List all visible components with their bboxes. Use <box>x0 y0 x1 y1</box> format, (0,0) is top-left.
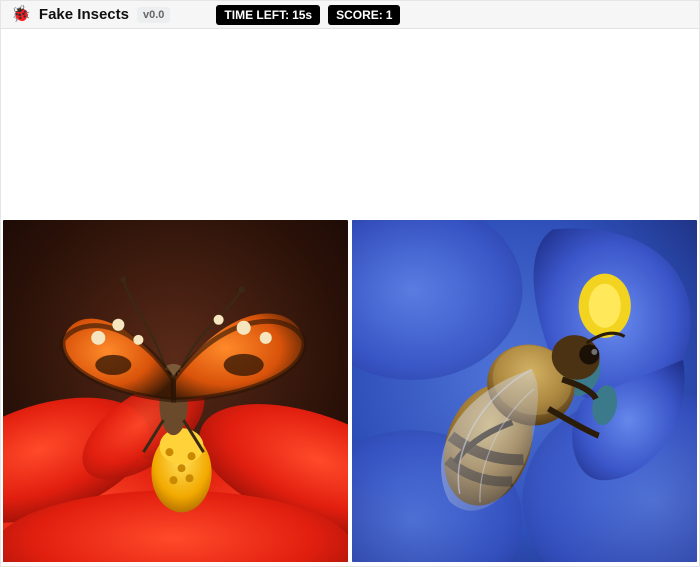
time-left-value: 15s <box>292 8 312 22</box>
app-frame: 🐞 Fake Insects v0.0 TIME LEFT: 15s SCORE… <box>0 0 700 567</box>
bee-on-blue-flower-icon <box>352 220 697 562</box>
choice-image-left[interactable] <box>3 220 348 562</box>
score-pill: SCORE: 1 <box>328 5 400 25</box>
score-value: 1 <box>386 8 393 22</box>
image-choice-row <box>3 220 697 562</box>
bug-icon: 🐞 <box>11 7 31 23</box>
time-left-pill: TIME LEFT: 15s <box>216 5 320 25</box>
header-bar: 🐞 Fake Insects v0.0 TIME LEFT: 15s SCORE… <box>1 1 699 29</box>
app-title: Fake Insects <box>39 6 129 23</box>
butterfly-on-red-flower-icon <box>3 220 348 562</box>
content-area <box>1 29 699 566</box>
version-badge: v0.0 <box>137 7 170 23</box>
choice-image-right[interactable] <box>352 220 697 562</box>
score-label: SCORE: <box>336 8 383 22</box>
time-left-label: TIME LEFT: <box>224 8 289 22</box>
